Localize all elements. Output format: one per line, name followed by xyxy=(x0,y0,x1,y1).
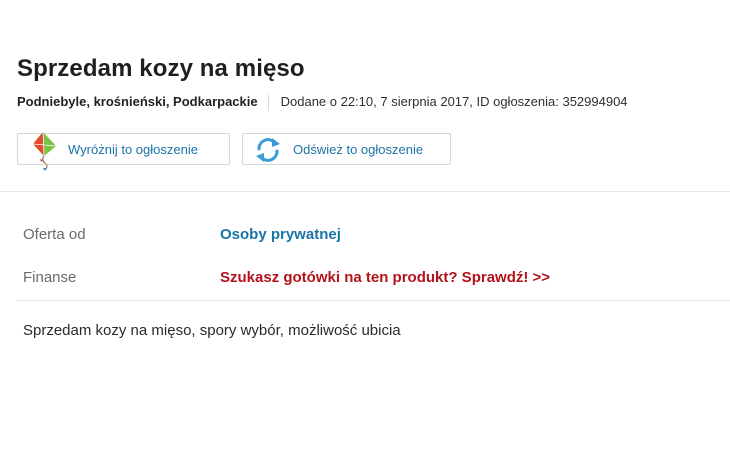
ad-title: Sprzedam kozy na mięso xyxy=(17,55,305,82)
kite-icon xyxy=(32,130,58,175)
details-divider xyxy=(17,300,730,301)
ad-added-info: Dodane o 22:10, 7 sierpnia 2017, ID ogło… xyxy=(280,94,628,109)
ad-location: Podniebyle, krośnieński, Podkarpackie xyxy=(17,94,258,109)
highlight-ad-button[interactable]: Wyróżnij to ogłoszenie xyxy=(17,131,230,171)
refresh-ad-label: Odśwież to ogłoszenie xyxy=(293,141,424,157)
finance-promo-link[interactable]: Szukasz gotówki na ten produkt? Sprawdź!… xyxy=(220,269,550,286)
refresh-ad-button[interactable]: Odśwież to ogłoszenie xyxy=(242,133,451,165)
section-divider xyxy=(0,191,730,192)
refresh-icon xyxy=(253,136,283,167)
finance-key: Finanse xyxy=(23,269,77,286)
offer-value-link[interactable]: Osoby prywatnej xyxy=(220,226,341,243)
ad-description: Sprzedam kozy na mięso, spory wybór, moż… xyxy=(23,322,401,339)
offer-key: Oferta od xyxy=(23,226,86,243)
highlight-ad-label: Wyróżnij to ogłoszenie xyxy=(68,141,198,157)
meta-divider xyxy=(267,94,269,111)
ad-meta: Podniebyle, krośnieński, Podkarpackie Dod… xyxy=(17,94,628,111)
